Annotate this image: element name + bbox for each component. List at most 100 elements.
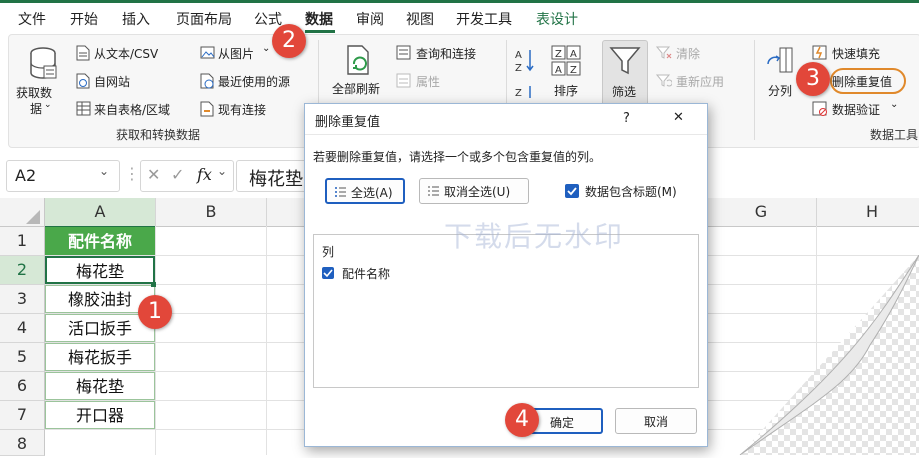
unselect-all-label: 取消全选(U) [444, 185, 511, 199]
sort-button[interactable]: ZAAZ 排序 [546, 42, 586, 100]
filter-button[interactable]: 筛选 [602, 40, 648, 106]
cancel-x-icon[interactable]: ✕ [147, 165, 160, 184]
recent-source-icon [200, 73, 214, 89]
refresh-all-button[interactable]: 全部刷新 [330, 42, 390, 98]
row-header-8[interactable]: 8 [0, 430, 45, 456]
from-web-button[interactable]: 自网站 [76, 72, 186, 90]
group-separator [754, 40, 755, 140]
data-validation-button[interactable]: 数据验证 ⌄ [812, 99, 898, 118]
get-data-button[interactable]: 获取数 据 ⌄ [14, 42, 68, 118]
columns-list-header: 列 [322, 245, 335, 259]
tab-page-layout[interactable]: 页面布局 [176, 9, 232, 29]
clear-label: 清除 [676, 47, 701, 61]
picture-icon [200, 46, 215, 59]
data-validation-icon [812, 101, 827, 116]
sort-label: 排序 [554, 84, 579, 98]
column-header-a[interactable]: A [45, 198, 156, 228]
table-header-cell[interactable]: 配件名称 [45, 227, 155, 255]
select-all-corner[interactable] [0, 198, 45, 227]
tab-home[interactable]: 开始 [70, 9, 98, 29]
get-data-label: 获取数 [16, 86, 53, 100]
table-cell-a6[interactable]: 梅花垫 [45, 372, 155, 400]
fill-handle[interactable] [151, 282, 156, 287]
text-to-columns-icon [767, 47, 793, 73]
svg-text:Z: Z [515, 88, 522, 99]
from-table-button[interactable]: 来自表格/区域 [76, 100, 194, 118]
from-text-csv-button[interactable]: 从文本/CSV [76, 44, 186, 62]
tab-table-design[interactable]: 表设计 [536, 9, 578, 29]
tab-insert[interactable]: 插入 [122, 9, 150, 29]
refresh-all-label: 全部刷新 [332, 82, 381, 96]
connection-icon [200, 101, 214, 117]
svg-text:Z: Z [555, 49, 562, 60]
clear-filter-button[interactable]: 清除 [656, 44, 716, 62]
existing-connections-label: 现有连接 [218, 103, 267, 117]
recent-sources-label: 最近使用的源 [218, 75, 291, 89]
get-transform-group-label: 获取和转换数据 [116, 128, 201, 142]
row-header-4[interactable]: 4 [0, 314, 45, 343]
has-headers-checkbox[interactable] [565, 184, 579, 198]
columns-list: 列 配件名称 [313, 234, 699, 388]
row-header-6[interactable]: 6 [0, 372, 45, 401]
sort-az-button[interactable]: AZ [514, 46, 536, 76]
check-icon[interactable]: ✓ [171, 165, 184, 184]
from-picture-label: 从图片 [218, 47, 255, 61]
column-header-b[interactable]: B [156, 198, 267, 227]
formula-content: 梅花垫 [249, 169, 303, 190]
reapply-button[interactable]: 重新应用 [656, 72, 726, 90]
gridline [266, 226, 267, 455]
more-options-icon: ⋮ [124, 164, 140, 183]
chevron-down-icon: ⌄ [217, 164, 228, 178]
sort-za-button[interactable]: Z [514, 84, 536, 100]
ribbon-tabs: 文件 开始 插入 页面布局 公式 数据 审阅 视图 开发工具 表设计 [0, 0, 919, 35]
tab-review[interactable]: 审阅 [356, 9, 384, 29]
unselect-all-button[interactable]: 取消全选(U) [419, 178, 529, 204]
properties-button[interactable]: 属性 [396, 72, 456, 90]
queries-connections-button[interactable]: 查询和连接 [396, 44, 496, 62]
tab-data[interactable]: 数据 [305, 9, 333, 29]
sort-dialog-icon: Z AA Z [551, 45, 581, 76]
step-badge-1: 1 [138, 295, 172, 329]
from-text-csv-label: 从文本/CSV [94, 47, 159, 61]
table-cell-a7[interactable]: 开口器 [45, 401, 155, 429]
column-header-g[interactable]: G [706, 198, 817, 227]
svg-text:Z: Z [570, 65, 577, 76]
name-box-value: A2 [15, 166, 37, 185]
row-header-3[interactable]: 3 [0, 285, 45, 314]
sort-ascending-icon: AZ [515, 50, 534, 74]
flash-fill-button[interactable]: 快速填充 [812, 44, 892, 62]
select-all-button[interactable]: 全选(A) [325, 178, 405, 204]
row-header-5[interactable]: 5 [0, 343, 45, 372]
chevron-down-icon: ⌄ [890, 99, 899, 110]
table-icon [76, 101, 91, 116]
column-checkbox[interactable] [322, 267, 334, 279]
text-to-columns-button[interactable]: 分列 [764, 44, 800, 100]
table-cell-a5[interactable]: 梅花扳手 [45, 343, 155, 371]
help-icon[interactable]: ? [623, 111, 630, 126]
column-header-h[interactable]: H [817, 198, 919, 227]
select-all-icon [335, 187, 346, 197]
cancel-button[interactable]: 取消 [615, 408, 697, 434]
chevron-down-icon: ⌄ [99, 164, 110, 178]
sort-descending-icon: Z [515, 86, 531, 99]
column-header-c[interactable] [267, 198, 308, 227]
tab-formulas[interactable]: 公式 [254, 9, 282, 29]
tab-developer[interactable]: 开发工具 [456, 9, 512, 29]
properties-label: 属性 [416, 75, 441, 89]
table-cell-a2[interactable]: 梅花垫 [45, 256, 155, 284]
insert-function-icon[interactable]: fx [197, 165, 212, 184]
row-header-2[interactable]: 2 [0, 256, 45, 285]
reapply-filter-icon [656, 74, 672, 87]
tab-view[interactable]: 视图 [406, 9, 434, 29]
recent-sources-button[interactable]: 最近使用的源 [200, 72, 310, 90]
close-icon[interactable]: ✕ [673, 110, 684, 125]
from-table-label: 来自表格/区域 [94, 103, 171, 117]
row-header-7[interactable]: 7 [0, 401, 45, 430]
name-box[interactable]: A2 ⌄ [6, 160, 120, 192]
queries-connections-label: 查询和连接 [416, 47, 477, 61]
svg-text:A: A [555, 65, 562, 76]
flash-fill-icon [812, 45, 827, 60]
existing-connections-button[interactable]: 现有连接 [200, 100, 290, 118]
row-header-1[interactable]: 1 [0, 227, 45, 256]
tab-file[interactable]: 文件 [18, 9, 46, 29]
